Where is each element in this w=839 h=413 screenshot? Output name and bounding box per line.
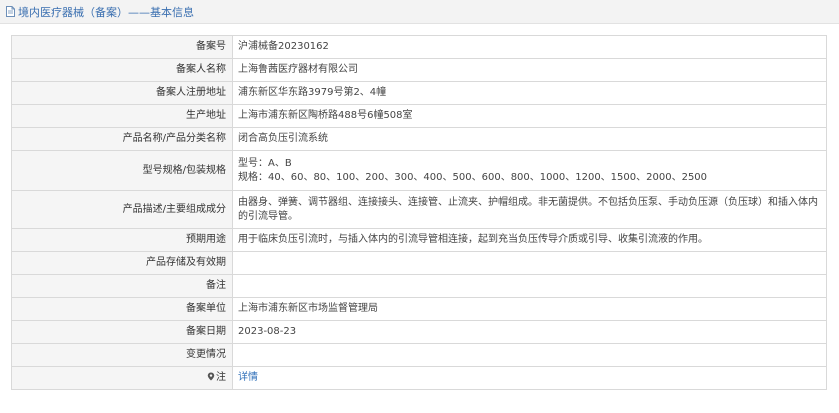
row-label: 产品名称/产品分类名称 xyxy=(11,127,233,151)
row-label: 预期用途 xyxy=(11,228,233,252)
change-history-value xyxy=(232,343,827,367)
filing-unit-value: 上海市浦东新区市场监督管理局 xyxy=(232,297,827,321)
table-row: 备案单位 上海市浦东新区市场监督管理局 xyxy=(11,297,827,321)
note-value: 详情 xyxy=(232,366,827,390)
table-row: 产品描述/主要组成成分 由器身、弹簧、调节器组、连接接头、连接管、止流夹、护帽组… xyxy=(11,190,827,229)
model-line: 型号：A、B xyxy=(238,157,292,169)
table-row: 注 详情 xyxy=(11,366,827,390)
details-link[interactable]: 详情 xyxy=(238,372,258,383)
product-description-value: 由器身、弹簧、调节器组、连接接头、连接管、止流夹、护帽组成。非无菌提供。不包括负… xyxy=(232,190,827,229)
table-row: 备案人注册地址 浦东新区华东路3979号第2、4幢 xyxy=(11,81,827,105)
production-address-value: 上海市浦东新区陶桥路488号6幢508室 xyxy=(232,104,827,128)
table-row: 产品名称/产品分类名称 闭合高负压引流系统 xyxy=(11,127,827,151)
row-label: 备案号 xyxy=(11,35,233,59)
table-row: 预期用途 用于临床负压引流时，与插入体内的引流导管相连接，起到充当负压传导介质或… xyxy=(11,228,827,252)
note-label: 注 xyxy=(11,366,233,390)
filing-number-value: 沪浦械备20230162 xyxy=(232,35,827,59)
row-label: 备注 xyxy=(11,274,233,298)
page-header: 境内医疗器械（备案）——基本信息 xyxy=(0,0,839,24)
document-icon xyxy=(6,6,15,17)
row-label: 生产地址 xyxy=(11,104,233,128)
table-row: 备案人名称 上海鲁茜医疗器材有限公司 xyxy=(11,58,827,82)
table-row: 型号规格/包装规格 型号：A、B 规格：40、60、80、100、200、300… xyxy=(11,150,827,191)
filing-date-value: 2023-08-23 xyxy=(232,320,827,344)
page-title: 境内医疗器械（备案）——基本信息 xyxy=(18,5,194,19)
basic-info-table: 备案号 沪浦械备20230162 备案人名称 上海鲁茜医疗器材有限公司 备案人注… xyxy=(11,35,827,390)
row-label: 型号规格/包装规格 xyxy=(11,150,233,191)
filer-name-value: 上海鲁茜医疗器材有限公司 xyxy=(232,58,827,82)
row-label: 备案单位 xyxy=(11,297,233,321)
row-label: 备案人名称 xyxy=(11,58,233,82)
row-label: 备案日期 xyxy=(11,320,233,344)
note-label-text: 注 xyxy=(216,372,226,383)
table-row: 备注 xyxy=(11,274,827,298)
row-label: 产品描述/主要组成成分 xyxy=(11,190,233,229)
row-label: 产品存储及有效期 xyxy=(11,251,233,275)
filer-address-value: 浦东新区华东路3979号第2、4幢 xyxy=(232,81,827,105)
storage-validity-value xyxy=(232,251,827,275)
location-pin-icon xyxy=(207,372,215,381)
table-row: 变更情况 xyxy=(11,343,827,367)
model-spec-value: 型号：A、B 规格：40、60、80、100、200、300、400、500、6… xyxy=(232,150,827,191)
table-row: 产品存储及有效期 xyxy=(11,251,827,275)
table-row: 备案日期 2023-08-23 xyxy=(11,320,827,344)
product-name-value: 闭合高负压引流系统 xyxy=(232,127,827,151)
row-label: 备案人注册地址 xyxy=(11,81,233,105)
intended-use-value: 用于临床负压引流时，与插入体内的引流导管相连接，起到充当负压传导介质或引导、收集… xyxy=(232,228,827,252)
table-row: 备案号 沪浦械备20230162 xyxy=(11,35,827,59)
remarks-value xyxy=(232,274,827,298)
row-label: 变更情况 xyxy=(11,343,233,367)
table-row: 生产地址 上海市浦东新区陶桥路488号6幢508室 xyxy=(11,104,827,128)
spec-line: 规格：40、60、80、100、200、300、400、500、600、800、… xyxy=(238,171,708,183)
